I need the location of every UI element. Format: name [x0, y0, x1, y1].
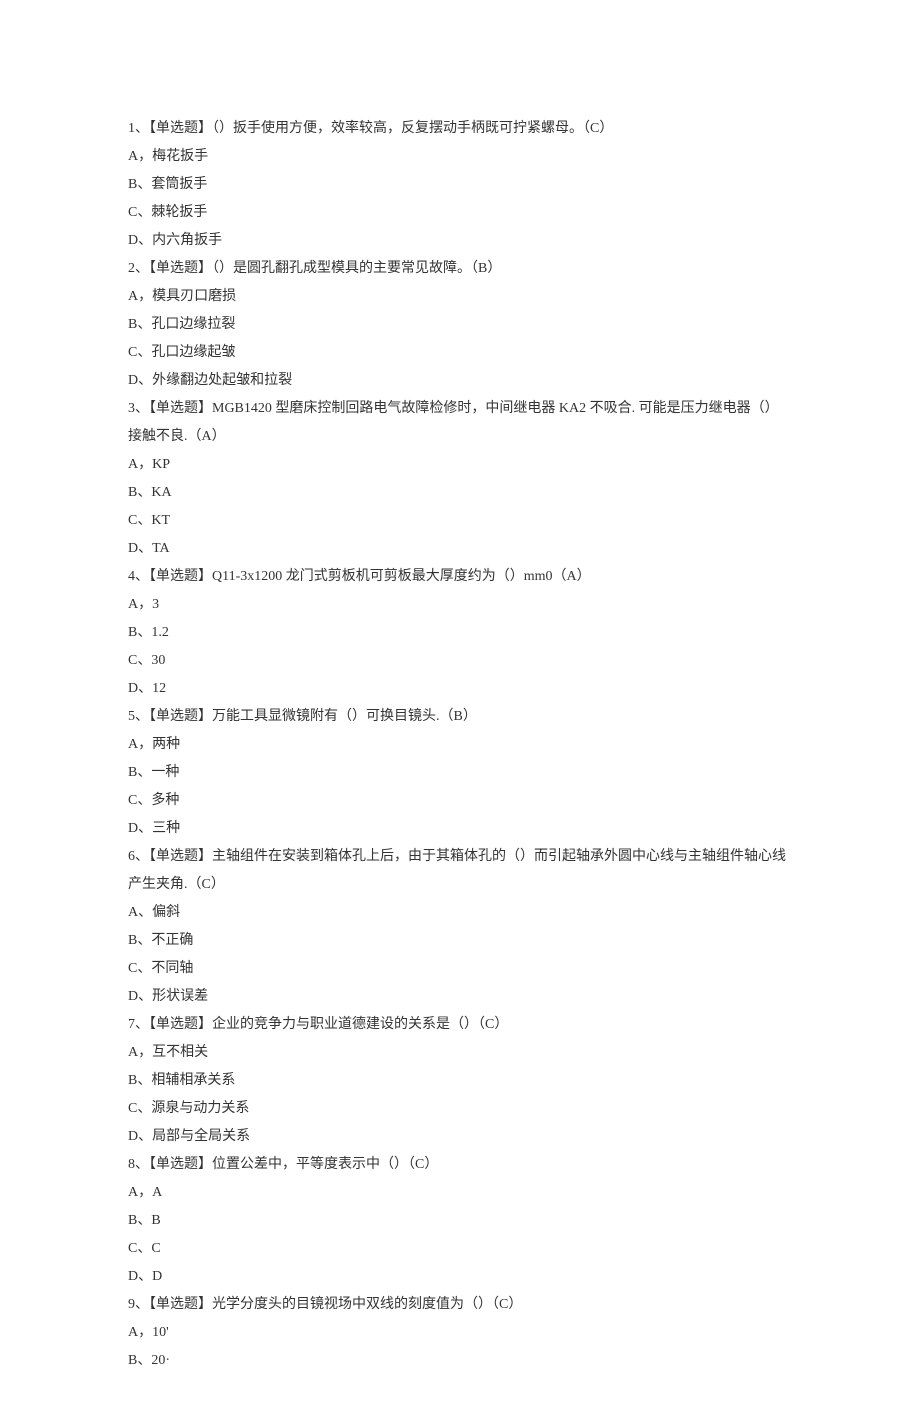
- question-text: 5、【单选题】万能工具显微镜附有（）可换目镜头.（B）: [128, 703, 792, 731]
- option-a: A，3: [128, 591, 792, 619]
- option-c: C、30: [128, 647, 792, 675]
- option-c: C、多种: [128, 787, 792, 815]
- option-c: C、棘轮扳手: [128, 199, 792, 227]
- question-text: 7、【单选题】企业的竞争力与职业道德建设的关系是（）（C）: [128, 1011, 792, 1039]
- question-block-1: 1、【单选题】（）扳手使用方便，效率较高，反复摆动手柄既可拧紧螺母。（C） A，…: [128, 115, 792, 255]
- option-b: B、20·: [128, 1347, 792, 1375]
- option-c: C、孔口边缘起皱: [128, 339, 792, 367]
- option-d: D、三种: [128, 815, 792, 843]
- question-block-8: 8、【单选题】位置公差中，平等度表示中（）（C） A，A B、B C、C D、D: [128, 1151, 792, 1291]
- option-b: B、1.2: [128, 619, 792, 647]
- option-d: D、局部与全局关系: [128, 1123, 792, 1151]
- question-text: 8、【单选题】位置公差中，平等度表示中（）（C）: [128, 1151, 792, 1179]
- option-d: D、内六角扳手: [128, 227, 792, 255]
- question-block-3: 3、【单选题】MGB1420 型磨床控制回路电气故障检修时，中间继电器 KA2 …: [128, 395, 792, 563]
- question-text: 6、【单选题】主轴组件在安装到箱体孔上后，由于其箱体孔的（）而引起轴承外圆中心线…: [128, 843, 792, 899]
- question-block-9: 9、【单选题】光学分度头的目镜视场中双线的刻度值为（）（C） A，10' B、2…: [128, 1291, 792, 1375]
- option-c: C、KT: [128, 507, 792, 535]
- option-a: A，两种: [128, 731, 792, 759]
- option-d: D、形状误差: [128, 983, 792, 1011]
- question-text: 9、【单选题】光学分度头的目镜视场中双线的刻度值为（）（C）: [128, 1291, 792, 1319]
- option-b: B、KA: [128, 479, 792, 507]
- option-d: D、D: [128, 1263, 792, 1291]
- option-a: A，梅花扳手: [128, 143, 792, 171]
- option-a: A，KP: [128, 451, 792, 479]
- option-d: D、TA: [128, 535, 792, 563]
- option-b: B、套筒扳手: [128, 171, 792, 199]
- option-a: A、偏斜: [128, 899, 792, 927]
- question-block-6: 6、【单选题】主轴组件在安装到箱体孔上后，由于其箱体孔的（）而引起轴承外圆中心线…: [128, 843, 792, 1011]
- option-b: B、B: [128, 1207, 792, 1235]
- option-a: A，A: [128, 1179, 792, 1207]
- question-block-4: 4、【单选题】Q11-3x1200 龙门式剪板机可剪板最大厚度约为（）mm0（A…: [128, 563, 792, 703]
- question-text: 1、【单选题】（）扳手使用方便，效率较高，反复摆动手柄既可拧紧螺母。（C）: [128, 115, 792, 143]
- option-a: A，互不相关: [128, 1039, 792, 1067]
- question-block-2: 2、【单选题】（）是圆孔翻孔成型模具的主要常见故障。（B） A，模具刃口磨损 B…: [128, 255, 792, 395]
- option-c: C、不同轴: [128, 955, 792, 983]
- question-text: 3、【单选题】MGB1420 型磨床控制回路电气故障检修时，中间继电器 KA2 …: [128, 395, 792, 451]
- option-c: C、C: [128, 1235, 792, 1263]
- option-a: A，10': [128, 1319, 792, 1347]
- question-block-7: 7、【单选题】企业的竞争力与职业道德建设的关系是（）（C） A，互不相关 B、相…: [128, 1011, 792, 1151]
- option-d: D、外缘翻边处起皱和拉裂: [128, 367, 792, 395]
- option-d: D、12: [128, 675, 792, 703]
- question-text: 4、【单选题】Q11-3x1200 龙门式剪板机可剪板最大厚度约为（）mm0（A…: [128, 563, 792, 591]
- option-a: A，模具刃口磨损: [128, 283, 792, 311]
- option-b: B、一种: [128, 759, 792, 787]
- question-text: 2、【单选题】（）是圆孔翻孔成型模具的主要常见故障。（B）: [128, 255, 792, 283]
- option-c: C、源泉与动力关系: [128, 1095, 792, 1123]
- option-b: B、孔口边缘拉裂: [128, 311, 792, 339]
- question-block-5: 5、【单选题】万能工具显微镜附有（）可换目镜头.（B） A，两种 B、一种 C、…: [128, 703, 792, 843]
- option-b: B、相辅相承关系: [128, 1067, 792, 1095]
- option-b: B、不正确: [128, 927, 792, 955]
